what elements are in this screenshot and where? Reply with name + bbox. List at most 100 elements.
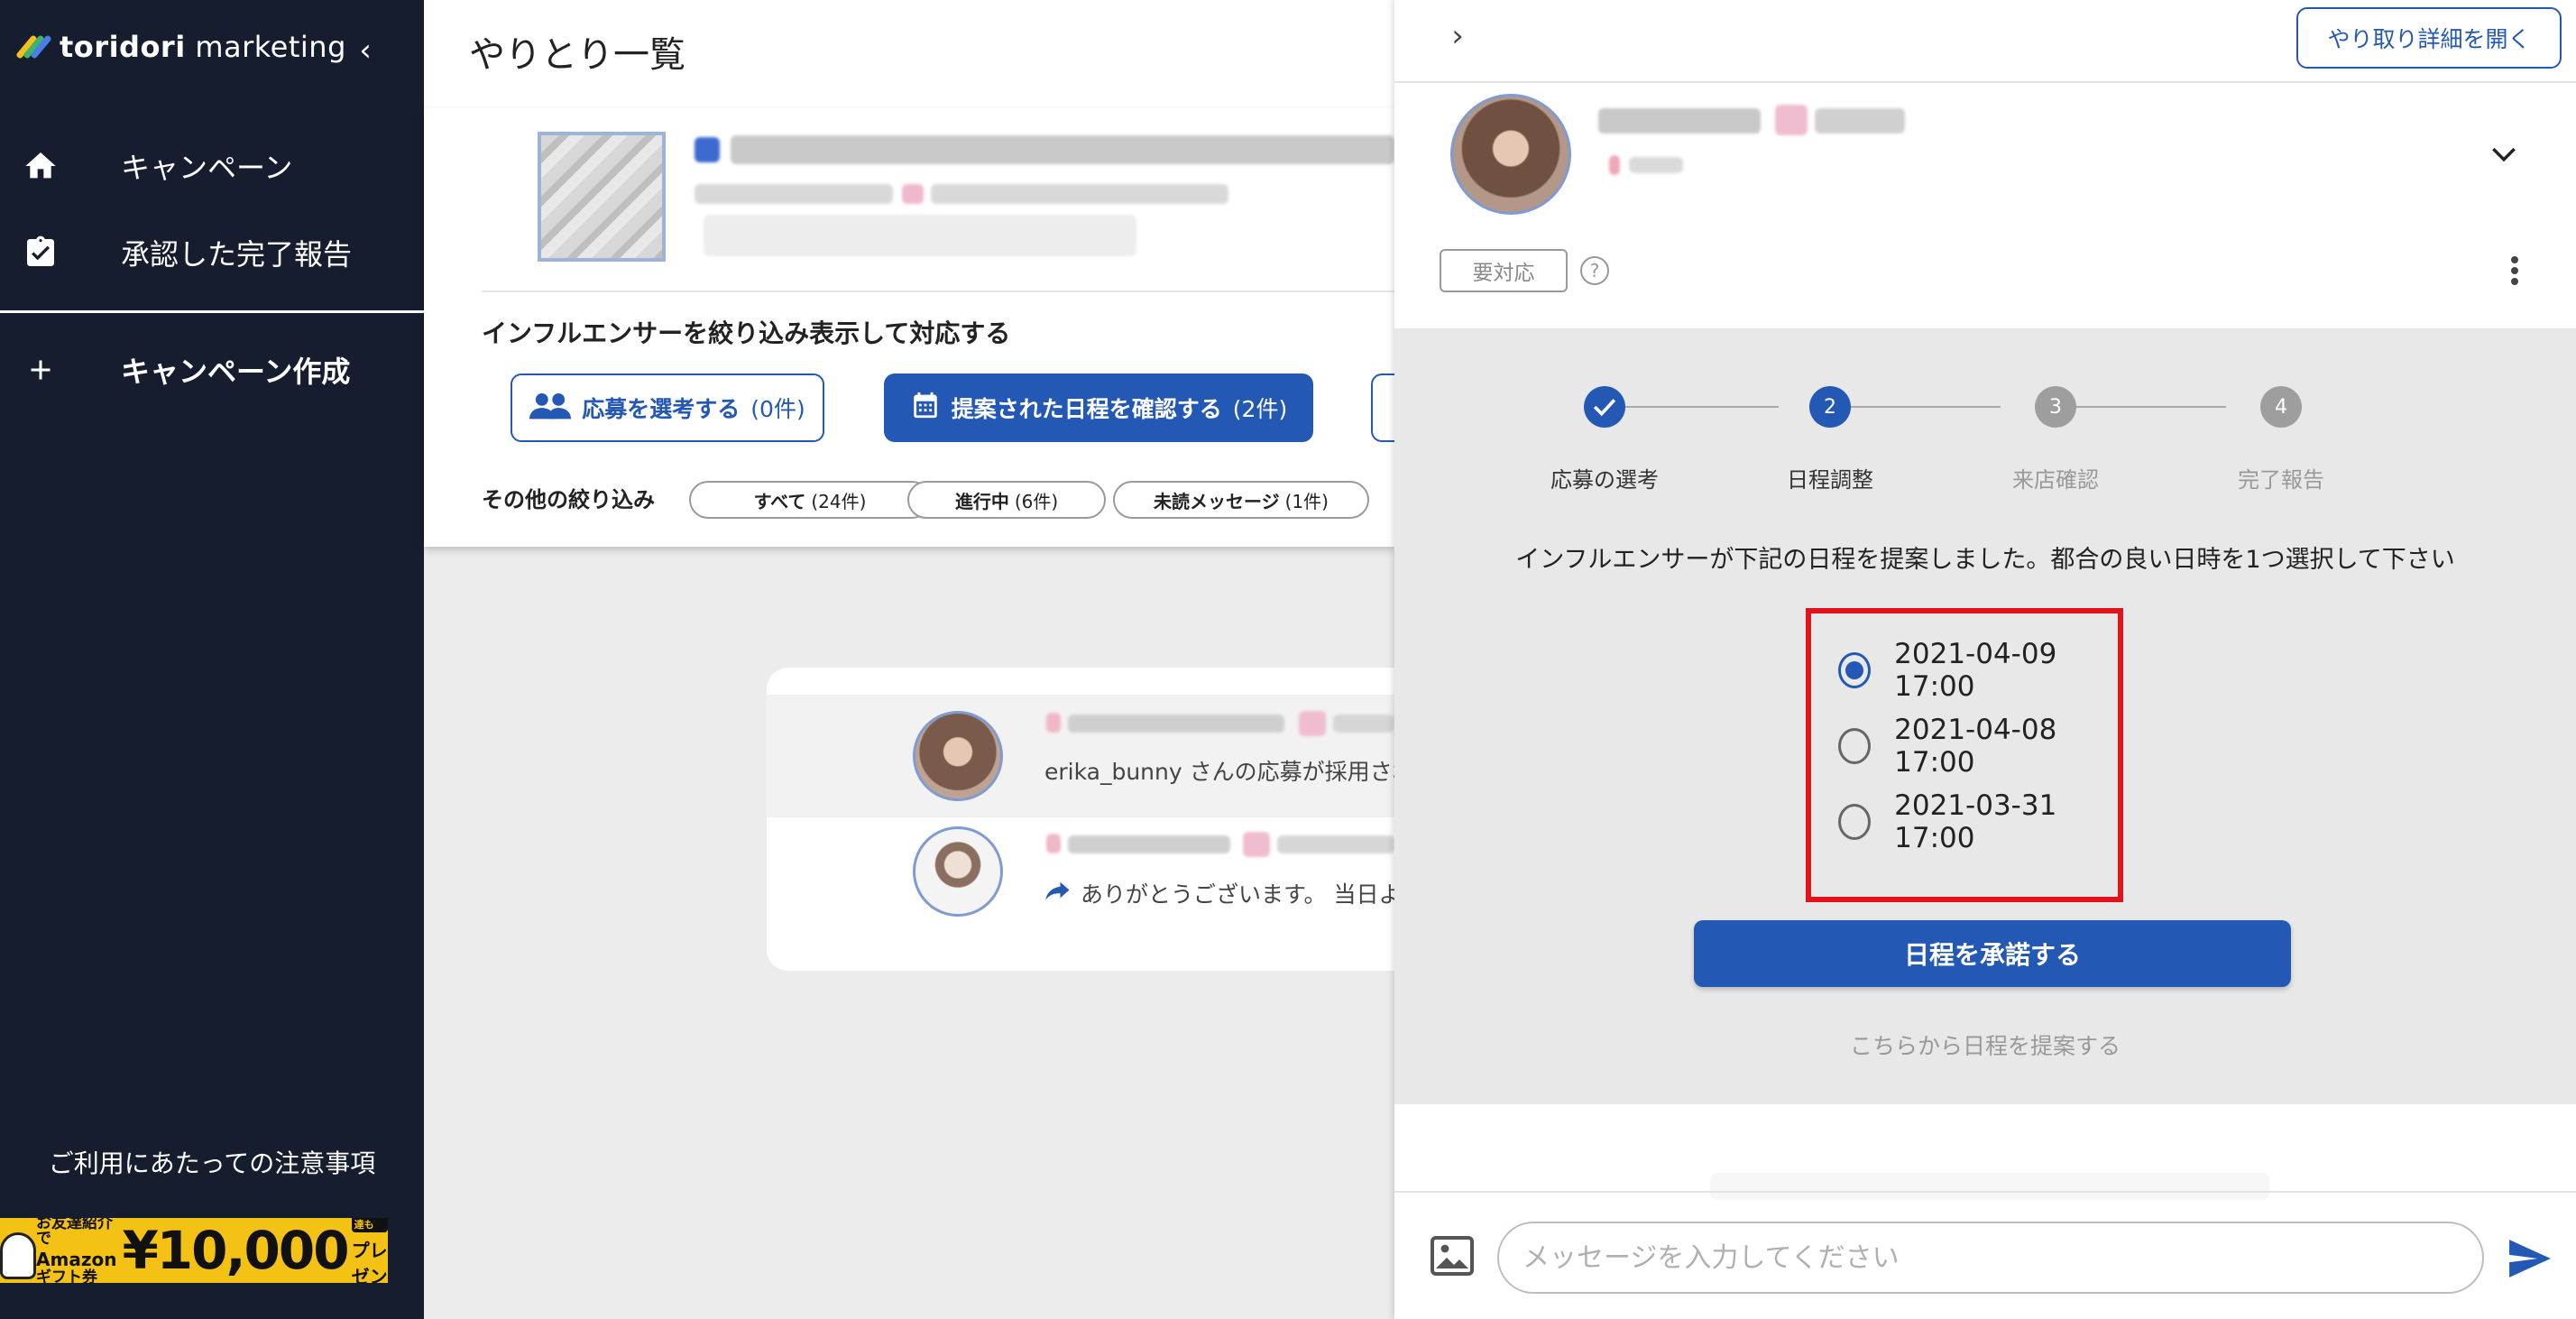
step-connector: [2076, 406, 2226, 408]
platform-icon: [1046, 834, 1061, 853]
logo-text-light: marketing: [185, 30, 346, 64]
people-icon: [529, 391, 572, 425]
banner-person-icon: [0, 1218, 36, 1283]
detail-panel: › やり取り詳細を開く 要対応 ? 2 3 4 応募の選考 日程調整 来店確認 …: [1394, 0, 2576, 1319]
select-applicants-label: 応募を選考する: [582, 396, 741, 422]
plus-icon: [20, 349, 61, 391]
nav-item-campaign-label: キャンペーン: [121, 151, 293, 185]
logo-text-bold: toridori: [60, 30, 186, 64]
chip-all-count: (24件): [811, 490, 867, 512]
follower-icon: [1299, 711, 1326, 736]
step-2-indicator: 2: [1809, 386, 1851, 428]
message-preview: ありがとうございます。 当日よ: [1081, 881, 1394, 908]
chip-unread[interactable]: 未読メッセージ (1件): [1113, 481, 1369, 519]
step-connector: [1625, 406, 1779, 408]
usage-notice-link[interactable]: ご利用にあたっての注意事項: [0, 1144, 424, 1180]
filter-heading: インフルエンサーを絞り込み表示して対応する: [482, 318, 1011, 348]
avatar: [913, 826, 1003, 917]
referral-banner[interactable]: お友達紹介で Amazon ギフト券 ¥10,000 あなたもお友達も プレゼン…: [0, 1218, 388, 1283]
step-2-label: 日程調整: [1787, 467, 1873, 493]
chevron-left-icon: ‹: [359, 32, 372, 69]
select-applicants-button[interactable]: 応募を選考する (0件): [511, 374, 824, 442]
platform-icon: [1046, 713, 1061, 733]
reply-arrow-icon: [1044, 881, 1072, 908]
message-area-placeholder: [1710, 1173, 2269, 1200]
date-option-label: 2021-04-09 17:00: [1894, 638, 2057, 703]
chip-unread-label: 未読メッセージ: [1154, 490, 1280, 512]
status-badge[interactable]: 要対応: [1440, 249, 1568, 292]
radio-selected-icon[interactable]: [1838, 652, 1872, 688]
step-4-label: 完了報告: [2238, 467, 2324, 493]
message-row[interactable]: ありがとうございます。 当日よ: [767, 817, 1394, 940]
campaign-shop-name: [704, 215, 1136, 256]
banner-suffix: プレゼント: [351, 1239, 388, 1284]
nav-item-campaign[interactable]: キャンペーン: [0, 130, 424, 202]
logo[interactable]: toridori marketing: [15, 29, 346, 65]
influencer-avatar[interactable]: [1450, 94, 1571, 215]
schedule-section: 2 3 4 応募の選考 日程調整 来店確認 完了報告 インフルエンサーが下記の日…: [1394, 328, 2576, 1104]
collapse-sidebar-button[interactable]: ‹: [343, 32, 388, 69]
confirm-proposed-dates-count: (2件): [1232, 396, 1288, 422]
image-attach-icon[interactable]: [1431, 1236, 1474, 1276]
follower-count: [1277, 835, 1394, 853]
close-panel-button[interactable]: ›: [1440, 18, 1476, 54]
campaign-meta-2: [931, 184, 1228, 204]
composer-divider: [1394, 1191, 2576, 1193]
send-icon[interactable]: [2507, 1238, 2553, 1279]
confirm-proposed-dates-button[interactable]: 提案された日程を確認する (2件): [884, 374, 1313, 442]
more-vert-icon[interactable]: [2500, 253, 2529, 289]
other-filters-label: その他の絞り込み: [482, 487, 655, 512]
logo-mark-icon: [15, 33, 52, 60]
accept-date-button[interactable]: 日程を承諾する: [1694, 920, 2291, 987]
campaign-meta: [695, 184, 893, 204]
chip-all-label: すべて: [753, 490, 806, 512]
date-option[interactable]: 2021-03-31 17:00: [1838, 789, 2118, 854]
nav-item-create-campaign[interactable]: キャンペーン作成: [0, 334, 424, 406]
message-input[interactable]: [1497, 1222, 2484, 1294]
chip-unread-count: (1件): [1284, 490, 1329, 512]
follower-count: [1815, 108, 1905, 134]
select-applicants-count: (0件): [750, 396, 805, 422]
banner-line2: Amazon: [36, 1248, 117, 1270]
step-1-check-icon: [1584, 386, 1625, 428]
schedule-instruction: インフルエンサーが下記の日程を提案しました。都合の良い日時を1つ選択して下さい: [1515, 546, 2455, 574]
date-option-label: 2021-04-08 17:00: [1894, 714, 2057, 779]
chevron-down-icon: [2491, 138, 2516, 170]
radio-unselected-icon[interactable]: [1838, 804, 1872, 840]
message-row[interactable]: erika_bunny さんの応募が採用され: [767, 695, 1394, 817]
campaign-platform-icon: [902, 184, 924, 204]
follower-count: [1333, 715, 1394, 733]
nav-item-approved-reports-label: 承認した完了報告: [121, 237, 353, 272]
panel-header-divider: [1394, 81, 2576, 83]
date-option[interactable]: 2021-04-08 17:00: [1838, 714, 2118, 779]
propose-date-link[interactable]: こちらから日程を提案する: [1394, 1028, 2576, 1061]
campaign-thumbnail[interactable]: [538, 132, 666, 262]
date-option[interactable]: 2021-04-09 17:00: [1838, 638, 2118, 703]
expand-profile-button[interactable]: [2486, 135, 2522, 171]
follower-icon: [1243, 832, 1270, 857]
date-option-label: 2021-03-31 17:00: [1894, 789, 2057, 854]
proposed-dates-box: 2021-04-09 17:00 2021-04-08 17:00 2021-0…: [1806, 608, 2123, 902]
open-details-button[interactable]: やり取り詳細を開く: [2296, 7, 2562, 69]
nav-item-create-campaign-label: キャンペーン作成: [121, 355, 351, 389]
main-header: やりとり一覧: [424, 0, 1394, 108]
nav-divider: [0, 310, 424, 313]
chip-all[interactable]: すべて (24件): [689, 481, 931, 519]
nav-item-approved-reports[interactable]: 承認した完了報告: [0, 217, 424, 289]
message-list: erika_bunny さんの応募が採用され ありがとうございます。 当日よ: [767, 668, 1394, 971]
sidebar: toridori marketing ‹ キャンペーン 承認した完了報告 キャン…: [0, 0, 424, 1319]
campaign-card: インフルエンサーを絞り込み表示して対応する 応募を選考する (0件) 提案された…: [424, 108, 1407, 547]
campaign-title[interactable]: [731, 135, 1394, 164]
calendar-icon: [910, 390, 941, 426]
chip-in-progress[interactable]: 進行中 (6件): [907, 481, 1106, 519]
radio-unselected-icon[interactable]: [1838, 728, 1872, 764]
step-3-indicator: 3: [2035, 386, 2076, 428]
step-1-label: 応募の選考: [1550, 467, 1659, 493]
chip-in-progress-count: (6件): [1014, 490, 1059, 512]
influencer-sub: [1629, 157, 1683, 173]
influencer-name: [1068, 835, 1230, 853]
help-icon[interactable]: ?: [1580, 256, 1609, 285]
avatar: [913, 711, 1003, 801]
page-title: やりとり一覧: [469, 34, 685, 76]
card-divider: [482, 291, 1394, 292]
